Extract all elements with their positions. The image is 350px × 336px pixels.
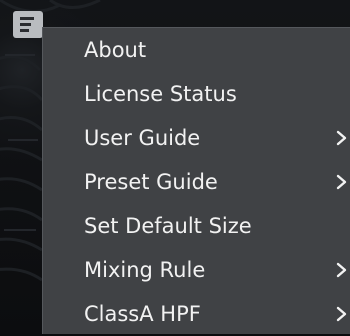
hamburger-menu-icon-line (20, 23, 31, 26)
menu-item-classa-hpf[interactable]: ClassA HPF (43, 292, 350, 336)
chevron-right-icon (336, 262, 347, 278)
hamburger-menu-icon-line (20, 29, 29, 32)
menu-item-label: User Guide (84, 126, 201, 150)
menu-item-label: Mixing Rule (84, 258, 206, 282)
hamburger-menu-icon (20, 17, 34, 20)
menu-item-label: Set Default Size (84, 214, 252, 238)
menu-item-preset-guide[interactable]: Preset Guide (43, 160, 350, 204)
menu-item-about[interactable]: About (43, 28, 350, 72)
menu-item-set-default-size[interactable]: Set Default Size (43, 204, 350, 248)
popup-menu: About License Status User Guide Preset G… (42, 27, 350, 334)
menu-item-label: License Status (84, 82, 237, 106)
chevron-right-icon (336, 174, 347, 190)
menu-button[interactable] (13, 11, 43, 38)
menu-item-mixing-rule[interactable]: Mixing Rule (43, 248, 350, 292)
menu-item-license-status[interactable]: License Status (43, 72, 350, 116)
chevron-right-icon (336, 130, 347, 146)
menu-item-label: ClassA HPF (84, 302, 201, 326)
menu-item-user-guide[interactable]: User Guide (43, 116, 350, 160)
chevron-right-icon (336, 306, 347, 322)
menu-item-label: About (84, 38, 147, 62)
menu-item-label: Preset Guide (84, 170, 218, 194)
